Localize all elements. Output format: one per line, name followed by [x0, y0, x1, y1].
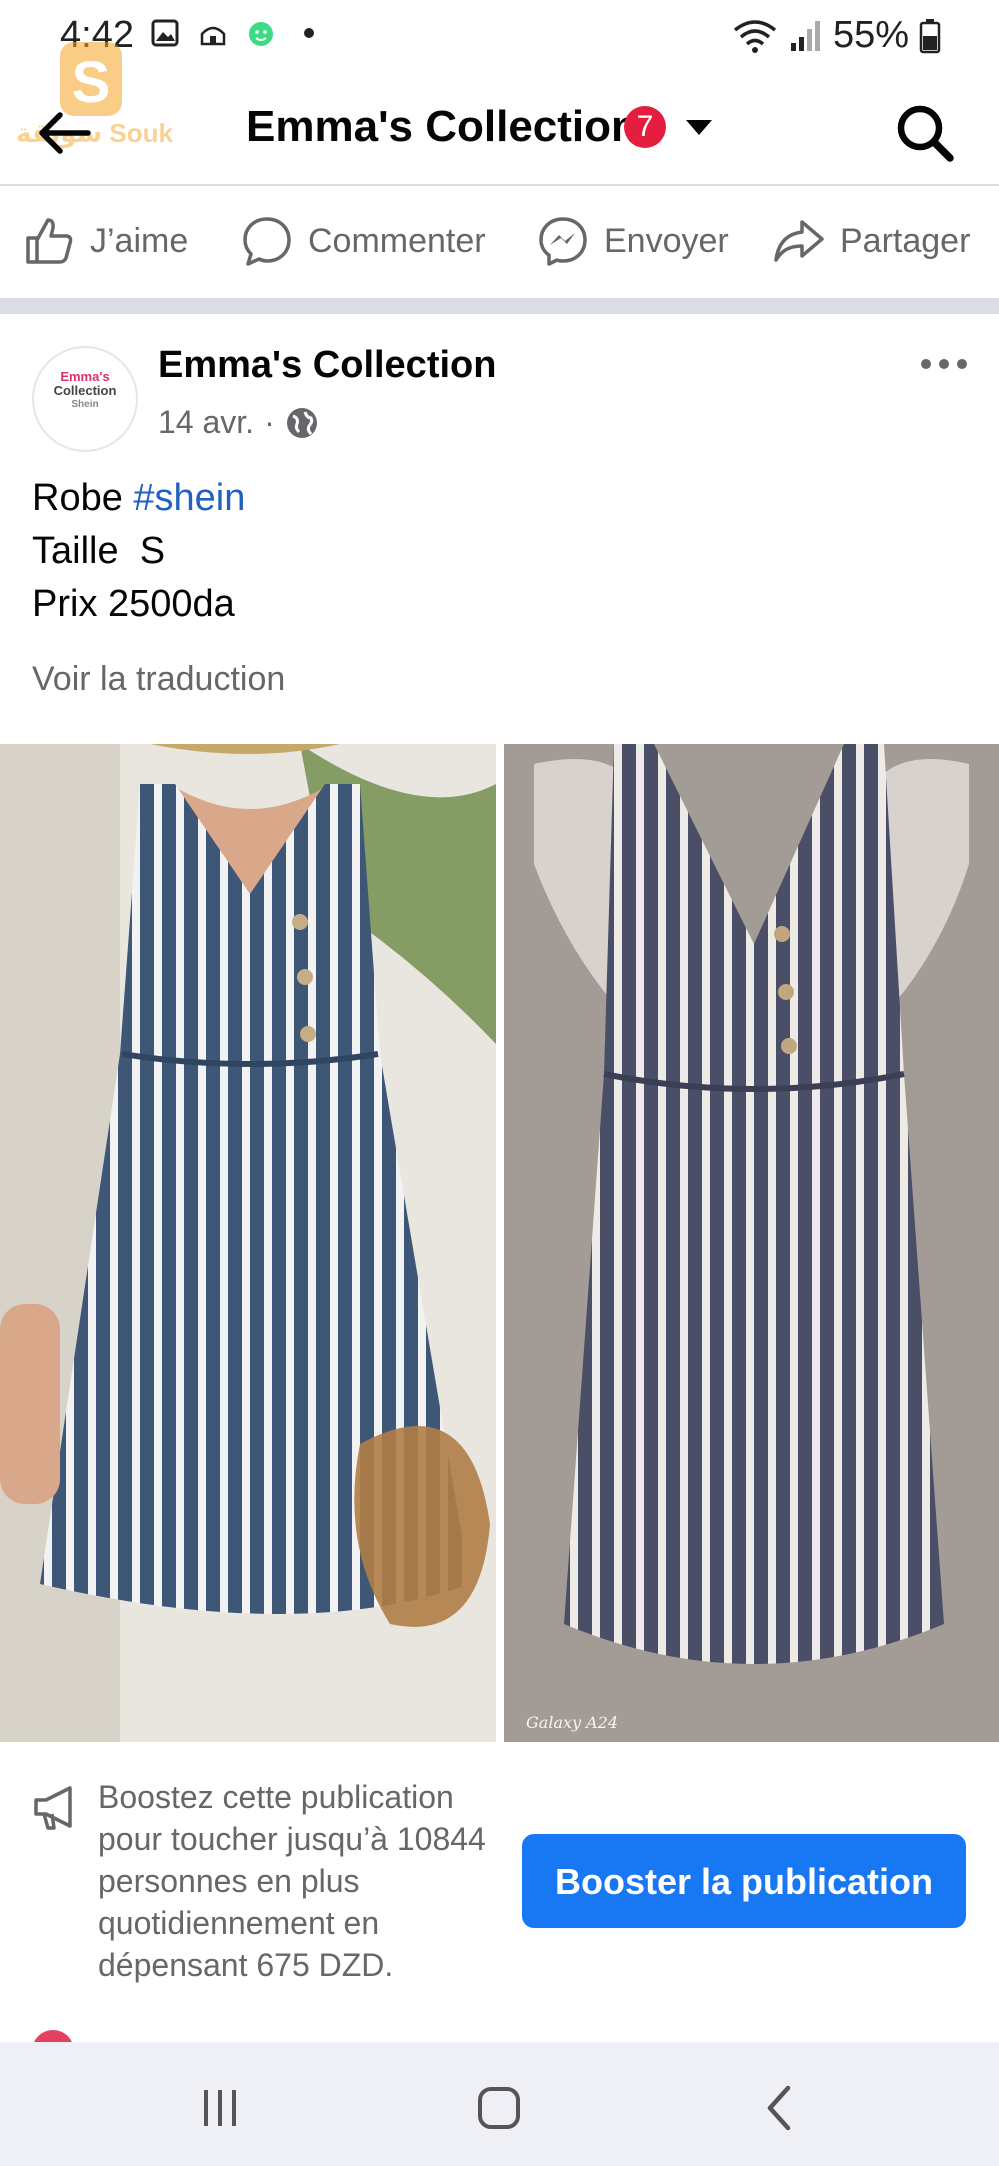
search-icon[interactable] [890, 98, 960, 168]
image-icon [151, 19, 179, 47]
see-translation-link[interactable]: Voir la traduction [32, 660, 285, 699]
avatar-logo-text: Emma's Collection Shein [53, 369, 117, 411]
comment-button[interactable]: Commenter [240, 214, 486, 268]
battery-percent: 55% [832, 14, 909, 56]
post-meta: 14 avr. · [158, 404, 319, 441]
post-date[interactable]: 14 avr. [158, 404, 254, 441]
comment-icon [243, 217, 291, 266]
photo-model-image [0, 744, 496, 1742]
photo-model-dress[interactable] [0, 744, 496, 1742]
back-arrow-icon[interactable] [30, 98, 100, 168]
boost-panel: Boostez cette publication pour toucher j… [0, 1742, 999, 2042]
like-button[interactable]: J’aime [22, 214, 188, 268]
android-icon [249, 22, 273, 46]
comment-label: Commenter [308, 221, 486, 260]
globe-icon [286, 407, 317, 438]
boost-post-button[interactable]: Booster la publication [522, 1834, 966, 1928]
post-line-1: Robe #shein [32, 477, 246, 519]
page-title[interactable]: Emma's Collection [246, 102, 638, 152]
photo-mannequin-image [504, 744, 999, 1742]
dot-icon [304, 28, 314, 38]
share-icon [774, 220, 824, 262]
meta-separator: · [264, 404, 275, 440]
more-options-icon[interactable] [919, 354, 969, 374]
photo-caption: Galaxy A24 [526, 1713, 619, 1732]
section-divider [0, 298, 999, 314]
send-button[interactable]: Envoyer [536, 214, 729, 268]
share-button[interactable]: Partager [772, 214, 970, 268]
status-icons-right: 55% [731, 14, 941, 57]
like-label: J’aime [90, 221, 189, 260]
like-icon [26, 218, 73, 264]
photo-mannequin-dress[interactable]: Galaxy A24 [504, 744, 999, 1742]
post-line-2: Taille S [32, 530, 166, 572]
post-photos: Galaxy A24 [0, 744, 999, 1742]
avatar[interactable]: Emma's Collection Shein [32, 346, 138, 452]
notification-badge: 7 [624, 106, 666, 148]
post-author-name[interactable]: Emma's Collection [158, 344, 496, 387]
share-label: Partager [840, 221, 971, 260]
recent-apps-icon[interactable] [190, 2078, 250, 2138]
post-actions-bar: J’aime Commenter Envoyer Partager [0, 186, 999, 298]
battery-icon [919, 18, 941, 53]
send-label: Envoyer [604, 221, 729, 260]
top-navigation: Emma's Collection 7 [0, 80, 999, 186]
post-line-3: Prix 2500da [32, 583, 235, 625]
mosque-icon [200, 26, 226, 46]
post-body: Robe #shein Taille S Prix 2500da [32, 472, 245, 631]
hashtag-link[interactable]: #shein [133, 477, 245, 519]
home-icon[interactable] [469, 2078, 529, 2138]
wifi-icon [733, 19, 777, 53]
messenger-icon [539, 217, 587, 266]
megaphone-icon [34, 1786, 72, 1830]
status-bar: 4:42 55% [0, 0, 999, 80]
system-navigation-bar [0, 2042, 999, 2166]
boost-description: Boostez cette publication pour toucher j… [98, 1779, 486, 1983]
signal-icon [790, 20, 820, 51]
back-nav-icon[interactable] [750, 2078, 810, 2138]
status-icons-left [150, 18, 324, 48]
chevron-down-icon[interactable] [686, 120, 712, 135]
